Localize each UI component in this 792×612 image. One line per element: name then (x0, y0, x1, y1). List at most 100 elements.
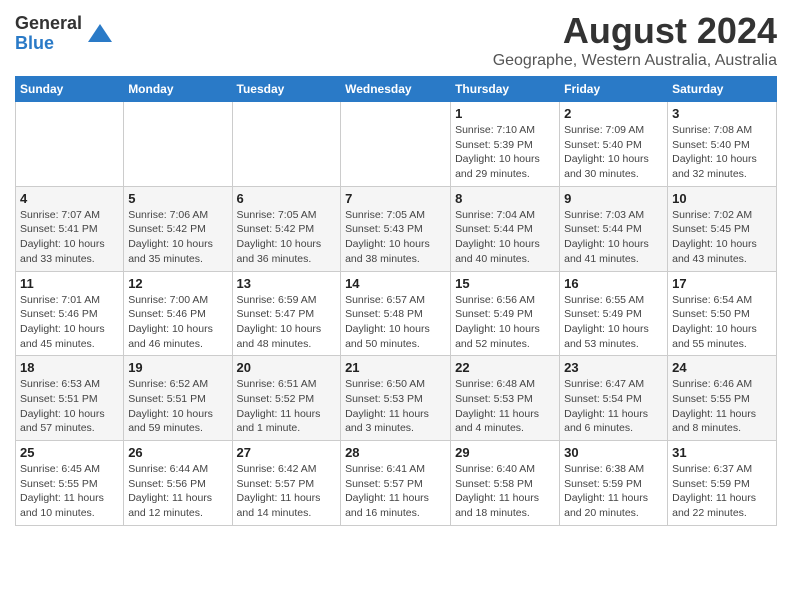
day-info: Sunrise: 6:57 AM Sunset: 5:48 PM Dayligh… (345, 293, 446, 352)
calendar-cell: 6 Sunrise: 7:05 AM Sunset: 5:42 PM Daylig… (232, 186, 341, 271)
calendar-cell: 31 Sunrise: 6:37 AM Sunset: 5:59 PM Dayli… (668, 441, 777, 526)
day-number: 20 (237, 360, 337, 375)
calendar-cell: 19 Sunrise: 6:52 AM Sunset: 5:51 PM Dayli… (124, 356, 232, 441)
calendar-cell: 8 Sunrise: 7:04 AM Sunset: 5:44 PM Daylig… (451, 186, 560, 271)
day-number: 25 (20, 445, 119, 460)
day-number: 1 (455, 106, 555, 121)
day-number: 10 (672, 191, 772, 206)
logo-blue-text: Blue (15, 34, 82, 54)
calendar-cell: 16Sunrise: 6:55 AM Sunset: 5:49 PM Dayli… (560, 271, 668, 356)
day-info: Sunrise: 6:51 AM Sunset: 5:52 PM Dayligh… (237, 377, 337, 436)
calendar-cell (16, 102, 124, 187)
day-number: 24 (672, 360, 772, 375)
day-number: 23 (564, 360, 663, 375)
day-number: 9 (564, 191, 663, 206)
day-number: 19 (128, 360, 227, 375)
day-info: Sunrise: 6:38 AM Sunset: 5:59 PM Dayligh… (564, 462, 663, 521)
day-info: Sunrise: 7:01 AM Sunset: 5:46 PM Dayligh… (20, 293, 119, 352)
calendar-cell: 22 Sunrise: 6:48 AM Sunset: 5:53 PM Dayli… (451, 356, 560, 441)
calendar-cell: 20 Sunrise: 6:51 AM Sunset: 5:52 PM Dayli… (232, 356, 341, 441)
day-info: Sunrise: 6:46 AM Sunset: 5:55 PM Dayligh… (672, 377, 772, 436)
day-number: 6 (237, 191, 337, 206)
calendar-cell: 30 Sunrise: 6:38 AM Sunset: 5:59 PM Dayli… (560, 441, 668, 526)
day-number: 2 (564, 106, 663, 121)
day-info: Sunrise: 7:08 AM Sunset: 5:40 PM Dayligh… (672, 123, 772, 182)
day-info: Sunrise: 6:59 AM Sunset: 5:47 PM Dayligh… (237, 293, 337, 352)
day-info: Sunrise: 6:50 AM Sunset: 5:53 PM Dayligh… (345, 377, 446, 436)
calendar-cell: 21 Sunrise: 6:50 AM Sunset: 5:53 PM Dayli… (341, 356, 451, 441)
day-info: Sunrise: 7:04 AM Sunset: 5:44 PM Dayligh… (455, 208, 555, 267)
day-number: 31 (672, 445, 772, 460)
calendar-cell: 23Sunrise: 6:47 AM Sunset: 5:54 PM Dayli… (560, 356, 668, 441)
day-info: Sunrise: 6:44 AM Sunset: 5:56 PM Dayligh… (128, 462, 227, 521)
logo-general-text: General (15, 14, 82, 34)
day-number: 29 (455, 445, 555, 460)
day-info: Sunrise: 7:00 AM Sunset: 5:46 PM Dayligh… (128, 293, 227, 352)
page-header: General Blue August 2024 Geographe, West… (15, 10, 777, 70)
header-day-saturday: Saturday (668, 77, 777, 102)
day-info: Sunrise: 6:42 AM Sunset: 5:57 PM Dayligh… (237, 462, 337, 521)
calendar-cell: 14 Sunrise: 6:57 AM Sunset: 5:48 PM Dayli… (341, 271, 451, 356)
day-number: 14 (345, 276, 446, 291)
day-number: 28 (345, 445, 446, 460)
calendar-cell: 10 Sunrise: 7:02 AM Sunset: 5:45 PM Dayli… (668, 186, 777, 271)
day-number: 13 (237, 276, 337, 291)
calendar-cell: 4 Sunrise: 7:07 AM Sunset: 5:41 PM Daylig… (16, 186, 124, 271)
day-info: Sunrise: 7:09 AM Sunset: 5:40 PM Dayligh… (564, 123, 663, 182)
week-row-3: 11 Sunrise: 7:01 AM Sunset: 5:46 PM Dayli… (16, 271, 777, 356)
day-number: 8 (455, 191, 555, 206)
header-day-tuesday: Tuesday (232, 77, 341, 102)
day-info: Sunrise: 7:05 AM Sunset: 5:42 PM Dayligh… (237, 208, 337, 267)
day-number: 11 (20, 276, 119, 291)
week-row-2: 4 Sunrise: 7:07 AM Sunset: 5:41 PM Daylig… (16, 186, 777, 271)
day-number: 15 (455, 276, 555, 291)
day-info: Sunrise: 7:03 AM Sunset: 5:44 PM Dayligh… (564, 208, 663, 267)
day-number: 26 (128, 445, 227, 460)
day-info: Sunrise: 6:37 AM Sunset: 5:59 PM Dayligh… (672, 462, 772, 521)
header-day-monday: Monday (124, 77, 232, 102)
calendar-cell: 26 Sunrise: 6:44 AM Sunset: 5:56 PM Dayli… (124, 441, 232, 526)
subtitle: Geographe, Western Australia, Australia (493, 52, 777, 70)
calendar-cell: 27 Sunrise: 6:42 AM Sunset: 5:57 PM Dayli… (232, 441, 341, 526)
day-info: Sunrise: 6:53 AM Sunset: 5:51 PM Dayligh… (20, 377, 119, 436)
day-number: 5 (128, 191, 227, 206)
day-number: 16 (564, 276, 663, 291)
day-info: Sunrise: 6:48 AM Sunset: 5:53 PM Dayligh… (455, 377, 555, 436)
day-number: 21 (345, 360, 446, 375)
day-number: 7 (345, 191, 446, 206)
day-number: 4 (20, 191, 119, 206)
title-section: August 2024 Geographe, Western Australia… (493, 10, 777, 70)
calendar-cell (232, 102, 341, 187)
day-number: 22 (455, 360, 555, 375)
day-info: Sunrise: 7:10 AM Sunset: 5:39 PM Dayligh… (455, 123, 555, 182)
week-row-5: 25Sunrise: 6:45 AM Sunset: 5:55 PM Dayli… (16, 441, 777, 526)
day-info: Sunrise: 6:54 AM Sunset: 5:50 PM Dayligh… (672, 293, 772, 352)
day-number: 17 (672, 276, 772, 291)
day-info: Sunrise: 6:41 AM Sunset: 5:57 PM Dayligh… (345, 462, 446, 521)
calendar-cell: 18Sunrise: 6:53 AM Sunset: 5:51 PM Dayli… (16, 356, 124, 441)
calendar-cell: 29 Sunrise: 6:40 AM Sunset: 5:58 PM Dayli… (451, 441, 560, 526)
calendar-cell: 9 Sunrise: 7:03 AM Sunset: 5:44 PM Daylig… (560, 186, 668, 271)
header-day-friday: Friday (560, 77, 668, 102)
day-info: Sunrise: 7:05 AM Sunset: 5:43 PM Dayligh… (345, 208, 446, 267)
calendar-cell: 15Sunrise: 6:56 AM Sunset: 5:49 PM Dayli… (451, 271, 560, 356)
header-day-sunday: Sunday (16, 77, 124, 102)
calendar-cell: 2 Sunrise: 7:09 AM Sunset: 5:40 PM Daylig… (560, 102, 668, 187)
calendar-cell: 28 Sunrise: 6:41 AM Sunset: 5:57 PM Dayli… (341, 441, 451, 526)
header-day-thursday: Thursday (451, 77, 560, 102)
calendar-table: SundayMondayTuesdayWednesdayThursdayFrid… (15, 76, 777, 526)
calendar-cell: 13 Sunrise: 6:59 AM Sunset: 5:47 PM Dayli… (232, 271, 341, 356)
day-number: 27 (237, 445, 337, 460)
calendar-cell (341, 102, 451, 187)
day-number: 30 (564, 445, 663, 460)
calendar-cell: 1 Sunrise: 7:10 AM Sunset: 5:39 PM Daylig… (451, 102, 560, 187)
day-info: Sunrise: 7:02 AM Sunset: 5:45 PM Dayligh… (672, 208, 772, 267)
calendar-cell: 3Sunrise: 7:08 AM Sunset: 5:40 PM Daylig… (668, 102, 777, 187)
calendar-cell (124, 102, 232, 187)
day-info: Sunrise: 7:07 AM Sunset: 5:41 PM Dayligh… (20, 208, 119, 267)
day-info: Sunrise: 6:52 AM Sunset: 5:51 PM Dayligh… (128, 377, 227, 436)
day-info: Sunrise: 6:40 AM Sunset: 5:58 PM Dayligh… (455, 462, 555, 521)
logo: General Blue (15, 14, 114, 54)
calendar-cell: 11 Sunrise: 7:01 AM Sunset: 5:46 PM Dayli… (16, 271, 124, 356)
calendar-cell: 25Sunrise: 6:45 AM Sunset: 5:55 PM Dayli… (16, 441, 124, 526)
